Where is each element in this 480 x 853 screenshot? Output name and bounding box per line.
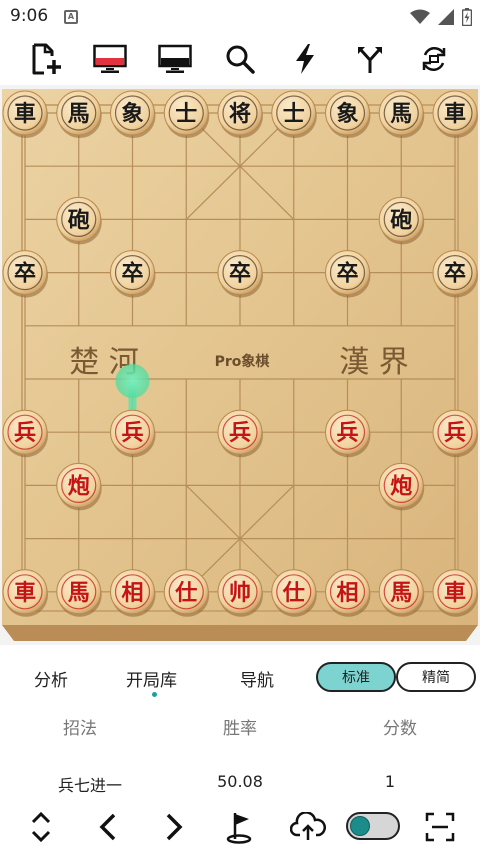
mode-standard-button[interactable]: 标准 (316, 662, 396, 692)
piece-label: 相 (121, 580, 143, 606)
black-side-button[interactable] (153, 36, 197, 82)
piece-label: 士 (175, 101, 197, 127)
branch-icon (358, 47, 382, 73)
piece-label: 卒 (444, 261, 466, 287)
piece-label: 馬 (68, 580, 90, 606)
scan-icon (425, 812, 455, 842)
piece-label: 馬 (390, 101, 412, 127)
piece-label: 炮 (390, 473, 412, 499)
header-win-rate: 胜率 (223, 719, 257, 739)
piece-label: 相 (336, 580, 358, 606)
red-monitor-icon (93, 44, 127, 73)
piece-label: 兵 (14, 420, 36, 446)
piece-label: 象 (121, 101, 143, 127)
search-button[interactable] (218, 36, 262, 82)
table-row[interactable]: 兵七进一 50.08 1 (0, 770, 480, 800)
search-icon (226, 45, 255, 74)
analysis-tabs: 分析 开局库 导航 标准 精简 (0, 658, 480, 698)
flag-button[interactable] (216, 804, 264, 850)
header-score: 分数 (383, 719, 417, 739)
flag-icon (226, 813, 252, 844)
piece-label: 馬 (68, 101, 90, 127)
piece-label: 卒 (14, 261, 36, 287)
notification-icon: A (64, 10, 78, 24)
expand-collapse-button[interactable] (17, 804, 65, 850)
red-side-button[interactable] (88, 36, 132, 82)
scan-button[interactable] (416, 804, 464, 850)
piece-label: 仕 (174, 580, 197, 606)
piece-label: 士 (283, 101, 305, 127)
rotate-icon (422, 46, 446, 72)
piece-label: 帅 (229, 580, 251, 606)
piece-label: 車 (444, 580, 466, 606)
hint-arrow-target (115, 364, 150, 398)
upload-button[interactable] (284, 804, 332, 850)
tab-navigation[interactable]: 导航 (240, 666, 274, 691)
wifi-icon (410, 9, 430, 24)
branch-button[interactable] (348, 36, 392, 82)
piece-label: 兵 (444, 420, 466, 446)
piece-label: 兵 (121, 420, 143, 446)
tab-analysis[interactable]: 分析 (34, 666, 68, 691)
move-table-header: 招法 胜率 分数 (0, 710, 480, 740)
mode-simple-button[interactable]: 精简 (396, 662, 476, 692)
piece-label: 仕 (282, 580, 305, 606)
signal-icon (438, 9, 454, 25)
piece-label: 炮 (68, 473, 90, 499)
piece-label: 車 (444, 101, 466, 127)
piece-label: 卒 (229, 261, 251, 287)
row-win-rate: 50.08 (217, 772, 263, 791)
piece-label: 砲 (68, 207, 90, 233)
status-indicators (410, 7, 472, 27)
bottom-toolbar (0, 800, 480, 853)
active-tab-indicator (152, 692, 157, 697)
tab-opening-book[interactable]: 开局库 (126, 666, 177, 691)
piece-label: 馬 (390, 580, 412, 606)
lightning-icon (296, 44, 314, 74)
piece-label: 車 (14, 101, 36, 127)
toggle-switch[interactable] (346, 812, 400, 840)
quick-analyze-button[interactable] (283, 36, 327, 82)
previous-icon (99, 813, 116, 841)
piece-label: 象 (336, 101, 358, 127)
piece-label: 砲 (390, 207, 412, 233)
river-right-text: 漢 界 (339, 345, 409, 380)
toggle-knob (350, 816, 370, 836)
new-game-button[interactable] (24, 36, 68, 82)
new-game-icon (32, 43, 61, 75)
upload-cloud-icon (290, 812, 326, 840)
top-toolbar (0, 36, 480, 82)
battery-icon (462, 8, 472, 26)
row-score: 1 (384, 772, 396, 791)
row-move: 兵七进一 (57, 776, 122, 795)
piece-label: 将 (229, 101, 251, 127)
piece-label: 卒 (336, 261, 358, 287)
previous-move-button[interactable] (84, 804, 132, 850)
piece-label: 兵 (336, 420, 358, 446)
black-monitor-icon (158, 44, 192, 73)
expand-collapse-icon (31, 811, 51, 843)
xiangqi-board[interactable]: 楚 河 Pro象棋 漢 界 車馬象士将士象馬車砲砲卒卒卒卒卒兵兵兵兵兵炮炮車馬相… (0, 85, 480, 645)
board-canvas[interactable]: 楚 河 Pro象棋 漢 界 車馬象士将士象馬車砲 砲卒卒卒卒卒兵兵兵兵兵炮 炮車馬相… (0, 85, 480, 645)
status-time: 9:06 (10, 6, 49, 26)
river-center-text: Pro象棋 (215, 353, 270, 370)
piece-label: 兵 (229, 420, 251, 446)
flip-board-button[interactable] (412, 36, 456, 82)
next-move-button[interactable] (150, 804, 198, 850)
piece-label: 卒 (121, 261, 143, 287)
header-move: 招法 (63, 719, 97, 739)
next-icon (166, 813, 183, 841)
status-bar: 9:06 A (0, 0, 480, 34)
piece-label: 車 (14, 580, 36, 606)
